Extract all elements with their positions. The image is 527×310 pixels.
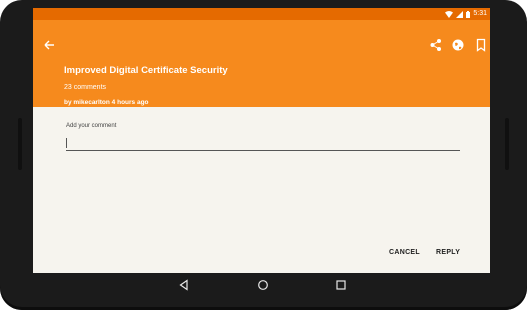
share-icon[interactable]	[429, 38, 443, 52]
text-cursor	[66, 138, 67, 148]
home-circle-icon[interactable]	[257, 279, 269, 291]
signal-icon	[456, 10, 464, 18]
comment-input[interactable]	[66, 134, 460, 151]
post-byline: by mikecarlton 4 hours ago	[64, 99, 149, 106]
app-bar: Improved Digital Certificate Security 23…	[33, 20, 490, 107]
comment-field-label: Add your comment	[66, 123, 117, 129]
status-time: 5:31	[473, 10, 487, 17]
post-title: Improved Digital Certificate Security	[64, 65, 228, 76]
nav-bar	[33, 273, 490, 297]
tablet-frame: 5:31 Improved Digital Certificate Securi…	[0, 0, 527, 310]
side-button-left	[18, 118, 22, 170]
arrow-back-icon[interactable]	[42, 38, 56, 52]
bookmark-icon[interactable]	[474, 38, 488, 52]
comments-count[interactable]: 23 comments	[64, 84, 106, 91]
reply-button[interactable]: REPLY	[436, 249, 460, 256]
cancel-button[interactable]: CANCEL	[389, 249, 420, 256]
status-bar: 5:31	[33, 8, 490, 20]
side-button-right	[505, 118, 509, 170]
screen: 5:31 Improved Digital Certificate Securi…	[33, 8, 490, 273]
recents-square-icon[interactable]	[335, 279, 347, 291]
globe-icon[interactable]	[451, 38, 465, 52]
wifi-icon	[445, 10, 454, 18]
battery-icon	[466, 10, 471, 18]
back-triangle-icon[interactable]	[178, 279, 190, 291]
